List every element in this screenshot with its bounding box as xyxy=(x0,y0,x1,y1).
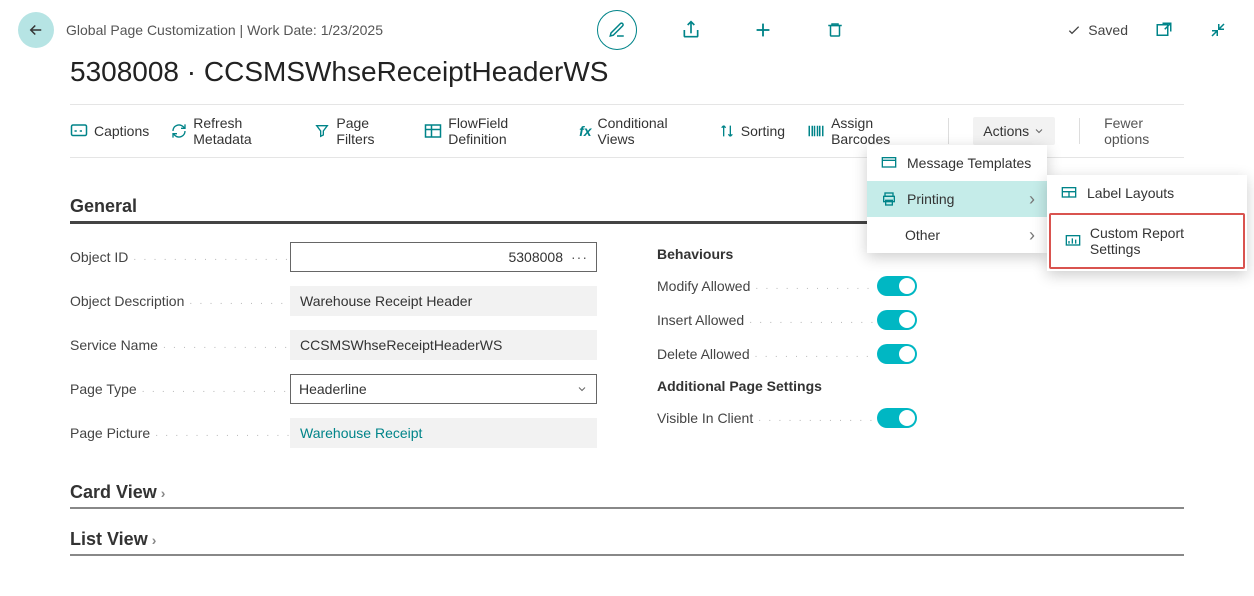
toolbar-divider-2 xyxy=(1079,118,1080,144)
chevron-down-icon xyxy=(576,383,588,395)
field-object-desc: Warehouse Receipt Header xyxy=(290,286,597,316)
lookup-object-id[interactable]: ··· xyxy=(571,249,588,265)
conditional-action[interactable]: fx Conditional Views xyxy=(579,115,697,147)
label-insert-allowed: Insert Allowed xyxy=(657,312,877,328)
flowfield-label: FlowField Definition xyxy=(448,115,557,147)
new-button[interactable] xyxy=(745,12,781,48)
page-title: 5308008 · CCSMSWhseReceiptHeaderWS xyxy=(0,50,1254,104)
section-list-view-label: List View xyxy=(70,529,148,550)
layout-icon xyxy=(1061,186,1079,200)
toggle-delete-allowed[interactable] xyxy=(877,344,917,364)
chevron-right-icon: › xyxy=(161,485,166,501)
input-object-id[interactable]: 5308008 ··· xyxy=(290,242,597,272)
toggle-visible-in-client[interactable] xyxy=(877,408,917,428)
menu-other-label: Other xyxy=(905,227,940,243)
section-card-view[interactable]: Card View › xyxy=(70,482,1184,509)
value-object-id: 5308008 xyxy=(508,249,563,265)
menu-printing[interactable]: Printing xyxy=(867,181,1047,217)
label-object-desc: Object Description xyxy=(70,293,290,309)
label-page-type: Page Type xyxy=(70,381,290,397)
report-icon xyxy=(1065,234,1082,248)
sorting-action[interactable]: Sorting xyxy=(719,123,785,139)
menu-label-layouts[interactable]: Label Layouts xyxy=(1047,175,1247,211)
share-button[interactable] xyxy=(673,12,709,48)
menu-custom-report-label: Custom Report Settings xyxy=(1090,225,1229,257)
fewer-options[interactable]: Fewer options xyxy=(1104,115,1184,147)
actions-menu-button[interactable]: Actions xyxy=(973,117,1055,145)
breadcrumb: Global Page Customization | Work Date: 1… xyxy=(66,22,383,38)
value-page-type: Headerline xyxy=(299,381,367,397)
menu-custom-report-settings[interactable]: Custom Report Settings xyxy=(1049,213,1245,269)
print-icon xyxy=(881,191,899,207)
field-page-picture[interactable]: Warehouse Receipt xyxy=(290,418,597,448)
filters-action[interactable]: Page Filters xyxy=(314,115,402,147)
sort-icon xyxy=(719,123,735,139)
barcode-icon xyxy=(807,123,825,139)
menu-templates-label: Message Templates xyxy=(907,155,1031,171)
section-general-label: General xyxy=(70,196,137,217)
actions-label: Actions xyxy=(983,123,1029,139)
filters-label: Page Filters xyxy=(336,115,402,147)
refresh-label: Refresh Metadata xyxy=(193,115,292,147)
select-page-type[interactable]: Headerline xyxy=(290,374,597,404)
chevron-right-icon-2: › xyxy=(152,532,157,548)
field-service-name: CCSMSWhseReceiptHeaderWS xyxy=(290,330,597,360)
refresh-action[interactable]: Refresh Metadata xyxy=(171,115,292,147)
captions-icon xyxy=(70,123,88,139)
heading-additional: Additional Page Settings xyxy=(657,378,1184,394)
menu-message-templates[interactable]: Message Templates xyxy=(867,145,1047,181)
toolbar-divider xyxy=(948,118,949,144)
menu-printing-label: Printing xyxy=(907,191,954,207)
conditional-label: Conditional Views xyxy=(598,115,697,147)
fx-icon: fx xyxy=(579,123,591,139)
label-visible-in-client: Visible In Client xyxy=(657,410,877,426)
saved-status: Saved xyxy=(1066,22,1128,38)
label-modify-allowed: Modify Allowed xyxy=(657,278,877,294)
back-button[interactable] xyxy=(18,12,54,48)
captions-label: Captions xyxy=(94,123,149,139)
sorting-label: Sorting xyxy=(741,123,785,139)
actions-menu: Message Templates Printing Other Label L… xyxy=(867,145,1047,253)
refresh-icon xyxy=(171,123,187,139)
section-card-view-label: Card View xyxy=(70,482,157,503)
flowfield-action[interactable]: FlowField Definition xyxy=(424,115,557,147)
edit-button[interactable] xyxy=(597,10,637,50)
menu-label-layouts-label: Label Layouts xyxy=(1087,185,1174,201)
label-delete-allowed: Delete Allowed xyxy=(657,346,877,362)
barcodes-label: Assign Barcodes xyxy=(831,115,924,147)
menu-other[interactable]: Other xyxy=(867,217,1047,253)
filter-icon xyxy=(314,123,330,139)
barcodes-action[interactable]: Assign Barcodes xyxy=(807,115,924,147)
collapse-button[interactable] xyxy=(1200,12,1236,48)
flowfield-icon xyxy=(424,123,442,139)
label-object-id: Object ID xyxy=(70,249,290,265)
toggle-modify-allowed[interactable] xyxy=(877,276,917,296)
label-page-picture: Page Picture xyxy=(70,425,290,441)
printing-submenu: Label Layouts Custom Report Settings xyxy=(1047,175,1247,271)
section-list-view[interactable]: List View › xyxy=(70,529,1184,556)
toggle-insert-allowed[interactable] xyxy=(877,310,917,330)
popout-button[interactable] xyxy=(1146,12,1182,48)
delete-button[interactable] xyxy=(817,12,853,48)
captions-action[interactable]: Captions xyxy=(70,123,149,139)
saved-label: Saved xyxy=(1088,22,1128,38)
templates-icon xyxy=(881,156,899,170)
label-service-name: Service Name xyxy=(70,337,290,353)
